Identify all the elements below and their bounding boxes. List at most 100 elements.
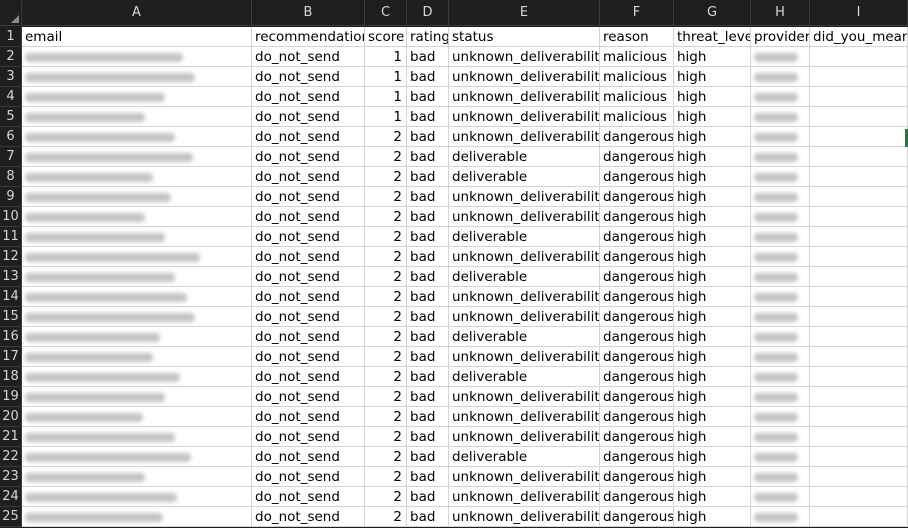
email-cell-redacted[interactable] (22, 347, 252, 367)
email-cell-redacted[interactable] (22, 467, 252, 487)
threat-level-cell[interactable]: high (674, 347, 751, 367)
row-header[interactable]: 18 (0, 367, 22, 387)
row-header[interactable]: 19 (0, 387, 22, 407)
recommendation-cell[interactable]: do_not_send (252, 327, 365, 347)
row-header[interactable]: 22 (0, 447, 22, 467)
row-header[interactable]: 9 (0, 187, 22, 207)
header-cell-provider[interactable]: provider (751, 27, 810, 47)
status-cell[interactable]: unknown_deliverability (449, 287, 600, 307)
threat-level-cell[interactable]: high (674, 367, 751, 387)
rating-cell[interactable]: bad (407, 467, 449, 487)
provider-cell-redacted[interactable] (751, 227, 810, 247)
column-header-b[interactable]: B (252, 0, 365, 26)
reason-cell[interactable]: dangerous (600, 467, 674, 487)
reason-cell[interactable]: dangerous (600, 407, 674, 427)
did-you-mean-cell[interactable] (810, 367, 908, 387)
recommendation-cell[interactable]: do_not_send (252, 207, 365, 227)
rating-cell[interactable]: bad (407, 47, 449, 67)
reason-cell[interactable]: dangerous (600, 347, 674, 367)
email-cell-redacted[interactable] (22, 307, 252, 327)
threat-level-cell[interactable]: high (674, 287, 751, 307)
provider-cell-redacted[interactable] (751, 287, 810, 307)
row-header[interactable]: 11 (0, 227, 22, 247)
threat-level-cell[interactable]: high (674, 207, 751, 227)
status-cell[interactable]: unknown_deliverability (449, 67, 600, 87)
reason-cell[interactable]: dangerous (600, 127, 674, 147)
did-you-mean-cell[interactable] (810, 107, 908, 127)
status-cell[interactable]: unknown_deliverability (449, 247, 600, 267)
status-cell[interactable]: unknown_deliverability (449, 87, 600, 107)
threat-level-cell[interactable]: high (674, 327, 751, 347)
row-header[interactable]: 23 (0, 467, 22, 487)
rating-cell[interactable]: bad (407, 67, 449, 87)
score-cell[interactable]: 2 (365, 387, 407, 407)
threat-level-cell[interactable]: high (674, 267, 751, 287)
threat-level-cell[interactable]: high (674, 127, 751, 147)
did-you-mean-cell[interactable] (810, 467, 908, 487)
score-cell[interactable]: 1 (365, 47, 407, 67)
did-you-mean-cell[interactable] (810, 347, 908, 367)
threat-level-cell[interactable]: high (674, 487, 751, 507)
rating-cell[interactable]: bad (407, 327, 449, 347)
header-cell-email[interactable]: email (22, 27, 252, 47)
email-cell-redacted[interactable] (22, 187, 252, 207)
rating-cell[interactable]: bad (407, 87, 449, 107)
score-cell[interactable]: 2 (365, 187, 407, 207)
score-cell[interactable]: 2 (365, 247, 407, 267)
status-cell[interactable]: deliverable (449, 327, 600, 347)
email-cell-redacted[interactable] (22, 167, 252, 187)
recommendation-cell[interactable]: do_not_send (252, 447, 365, 467)
recommendation-cell[interactable]: do_not_send (252, 67, 365, 87)
reason-cell[interactable]: dangerous (600, 207, 674, 227)
did-you-mean-cell[interactable] (810, 447, 908, 467)
row-header[interactable]: 7 (0, 147, 22, 167)
reason-cell[interactable]: dangerous (600, 507, 674, 527)
threat-level-cell[interactable]: high (674, 407, 751, 427)
score-cell[interactable]: 2 (365, 367, 407, 387)
threat-level-cell[interactable]: high (674, 47, 751, 67)
header-cell-reason[interactable]: reason (600, 27, 674, 47)
provider-cell-redacted[interactable] (751, 147, 810, 167)
column-header-f[interactable]: F (600, 0, 674, 26)
reason-cell[interactable]: dangerous (600, 147, 674, 167)
did-you-mean-cell[interactable] (810, 167, 908, 187)
did-you-mean-cell[interactable] (810, 487, 908, 507)
score-cell[interactable]: 2 (365, 427, 407, 447)
recommendation-cell[interactable]: do_not_send (252, 187, 365, 207)
status-cell[interactable]: unknown_deliverability (449, 127, 600, 147)
reason-cell[interactable]: dangerous (600, 427, 674, 447)
row-header[interactable]: 12 (0, 247, 22, 267)
row-header[interactable]: 2 (0, 47, 22, 67)
recommendation-cell[interactable]: do_not_send (252, 87, 365, 107)
did-you-mean-cell[interactable] (810, 507, 908, 527)
did-you-mean-cell[interactable] (810, 67, 908, 87)
header-cell-rating[interactable]: rating (407, 27, 449, 47)
email-cell-redacted[interactable] (22, 487, 252, 507)
rating-cell[interactable]: bad (407, 427, 449, 447)
reason-cell[interactable]: dangerous (600, 227, 674, 247)
threat-level-cell[interactable]: high (674, 247, 751, 267)
rating-cell[interactable]: bad (407, 267, 449, 287)
reason-cell[interactable]: dangerous (600, 487, 674, 507)
recommendation-cell[interactable]: do_not_send (252, 307, 365, 327)
status-cell[interactable]: unknown_deliverability (449, 427, 600, 447)
rating-cell[interactable]: bad (407, 247, 449, 267)
status-cell[interactable]: deliverable (449, 227, 600, 247)
provider-cell-redacted[interactable] (751, 207, 810, 227)
column-header-i[interactable]: I (810, 0, 908, 26)
rating-cell[interactable]: bad (407, 407, 449, 427)
rating-cell[interactable]: bad (407, 367, 449, 387)
rating-cell[interactable]: bad (407, 207, 449, 227)
did-you-mean-cell[interactable] (810, 267, 908, 287)
email-cell-redacted[interactable] (22, 387, 252, 407)
rating-cell[interactable]: bad (407, 347, 449, 367)
email-cell-redacted[interactable] (22, 47, 252, 67)
email-cell-redacted[interactable] (22, 507, 252, 527)
threat-level-cell[interactable]: high (674, 467, 751, 487)
score-cell[interactable]: 2 (365, 487, 407, 507)
rating-cell[interactable]: bad (407, 167, 449, 187)
recommendation-cell[interactable]: do_not_send (252, 467, 365, 487)
email-cell-redacted[interactable] (22, 147, 252, 167)
score-cell[interactable]: 2 (365, 327, 407, 347)
did-you-mean-cell[interactable] (810, 227, 908, 247)
